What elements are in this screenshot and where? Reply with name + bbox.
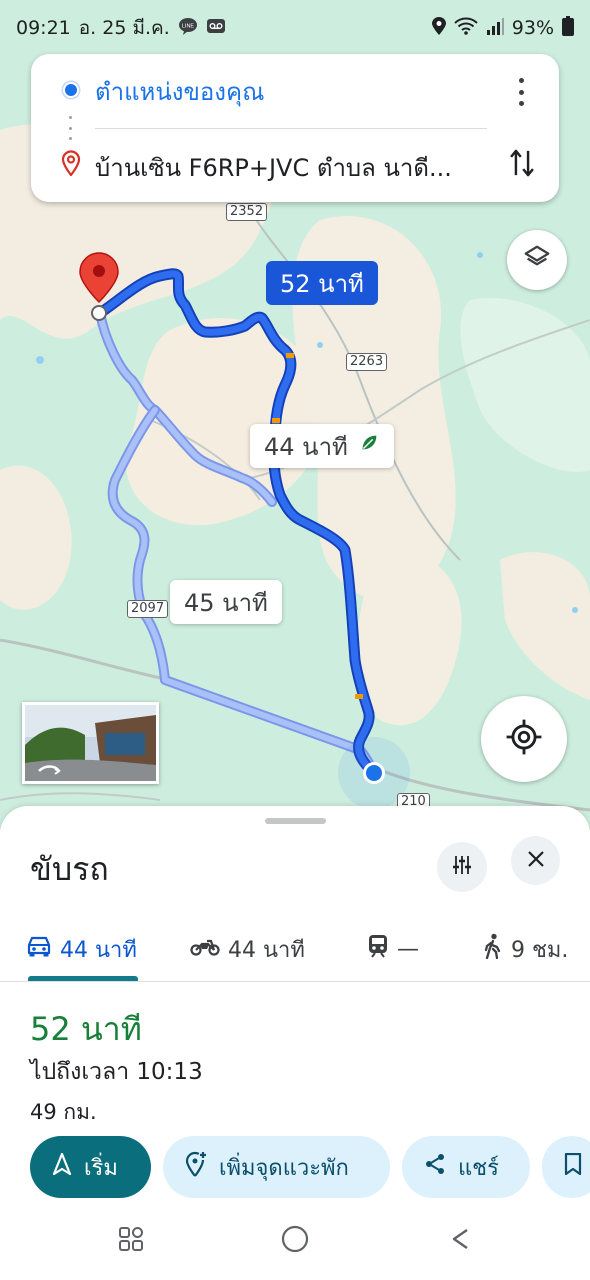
my-location-button[interactable] (481, 696, 567, 782)
add-stop-button[interactable]: เพิ่มจุดแวะพัก (163, 1136, 390, 1198)
signal-icon (486, 17, 504, 40)
route-time-primary: 52 นาที (280, 269, 364, 298)
route-options-button[interactable] (437, 842, 487, 892)
more-dot (518, 78, 524, 83)
share-label: แชร์ (458, 1155, 499, 1181)
recent-apps-button[interactable] (116, 1226, 146, 1256)
more-options-button[interactable] (509, 78, 533, 106)
directions-search-card: ตำแหน่งของคุณ บ้านเซิน F6RP+JVC ตำบล นาด… (31, 54, 559, 202)
eco-leaf-icon (358, 432, 380, 460)
motorcycle-icon (190, 935, 220, 963)
tab-drive-label: 44 นาที (60, 937, 137, 963)
walk-icon (483, 933, 503, 965)
tab-walk[interactable]: 9 ชม. (483, 926, 568, 972)
tab-motorcycle-label: 44 นาที (228, 937, 305, 963)
status-time: 09:21 (16, 17, 71, 39)
system-nav-bar (0, 1200, 590, 1280)
tab-walk-label: 9 ชม. (511, 937, 569, 963)
road-shield-2097: 2097 (127, 600, 169, 618)
close-button[interactable] (511, 836, 560, 885)
share-icon (424, 1153, 446, 1181)
start-label: เริ่ม (84, 1155, 118, 1181)
sliders-icon (450, 853, 474, 881)
tab-transit[interactable]: — (367, 926, 419, 972)
home-icon (280, 1224, 310, 1258)
crosshair-icon (505, 718, 543, 760)
close-icon (526, 847, 546, 875)
train-icon (367, 934, 389, 964)
route-distance: 49 กม. (30, 1100, 97, 1124)
arrival-time: ไปถึงเวลา 10:13 (30, 1059, 203, 1085)
wifi-icon (454, 16, 478, 41)
map-view[interactable]: 2352 2263 2097 210 52 นาที 44 นาที 45 นา… (0, 0, 590, 830)
sheet-drag-handle[interactable] (265, 818, 326, 824)
status-date: อ. 25 มี.ค. (78, 17, 170, 39)
route-time-alt2: 45 นาที (184, 588, 268, 617)
road-shield-2263: 2263 (346, 353, 388, 371)
start-navigation-button[interactable]: เริ่ม (30, 1136, 151, 1198)
battery-percent: 93% (511, 17, 554, 39)
battery-icon (562, 15, 574, 41)
layers-button[interactable] (507, 230, 567, 290)
origin-field[interactable]: ตำแหน่งของคุณ (95, 72, 264, 111)
travel-mode-tabs: 44 นาที 44 นาที — 9 ชม. (0, 916, 590, 982)
add-location-icon (185, 1151, 207, 1183)
save-button[interactable] (542, 1136, 590, 1198)
bookmark-icon (564, 1152, 582, 1181)
svg-text:LINE: LINE (182, 23, 195, 29)
route-connector-dots (69, 116, 72, 140)
tab-motorcycle[interactable]: 44 นาที (190, 926, 305, 972)
navigation-arrow-icon (52, 1152, 72, 1181)
destination-field[interactable]: บ้านเซิน F6RP+JVC ตำบล นาดี... (95, 148, 483, 187)
back-icon (447, 1225, 475, 1257)
status-bar: 09:21 อ. 25 มี.ค. LINE 93% (0, 0, 590, 56)
more-dot (518, 89, 524, 95)
divider (95, 128, 487, 129)
more-dot (518, 101, 524, 106)
route-duration: 52 นาที (30, 1010, 142, 1048)
tab-transit-label: — (397, 936, 419, 962)
home-button[interactable] (280, 1224, 310, 1258)
tab-drive[interactable]: 44 นาที (26, 926, 137, 972)
share-button[interactable]: แชร์ (402, 1136, 530, 1198)
recent-apps-icon (117, 1225, 145, 1257)
road-shield-2352: 2352 (226, 203, 268, 221)
layers-icon (522, 243, 552, 277)
active-tab-indicator (28, 976, 138, 981)
destination-pin-icon (61, 150, 81, 180)
line-app-icon: LINE (178, 17, 198, 40)
back-button[interactable] (446, 1226, 476, 1256)
add-stop-label: เพิ่มจุดแวะพัก (219, 1155, 349, 1181)
route-label-alt2[interactable]: 45 นาที (170, 580, 282, 624)
voicemail-icon (206, 17, 226, 40)
swap-route-button[interactable] (507, 146, 537, 184)
street-view-thumbnail[interactable] (22, 702, 159, 784)
route-label-primary[interactable]: 52 นาที (266, 261, 378, 305)
car-icon (26, 935, 52, 963)
route-time-alt1: 44 นาที (264, 432, 348, 461)
origin-dot-icon (63, 82, 79, 98)
action-buttons-row: เริ่ม เพิ่มจุดแวะพัก แชร์ (0, 1136, 590, 1198)
travel-mode-title: ขับรถ (30, 850, 109, 888)
location-pin-icon (431, 16, 446, 40)
origin-row[interactable]: ตำแหน่งของคุณ (31, 54, 559, 128)
route-label-alt1[interactable]: 44 นาที (250, 424, 394, 468)
